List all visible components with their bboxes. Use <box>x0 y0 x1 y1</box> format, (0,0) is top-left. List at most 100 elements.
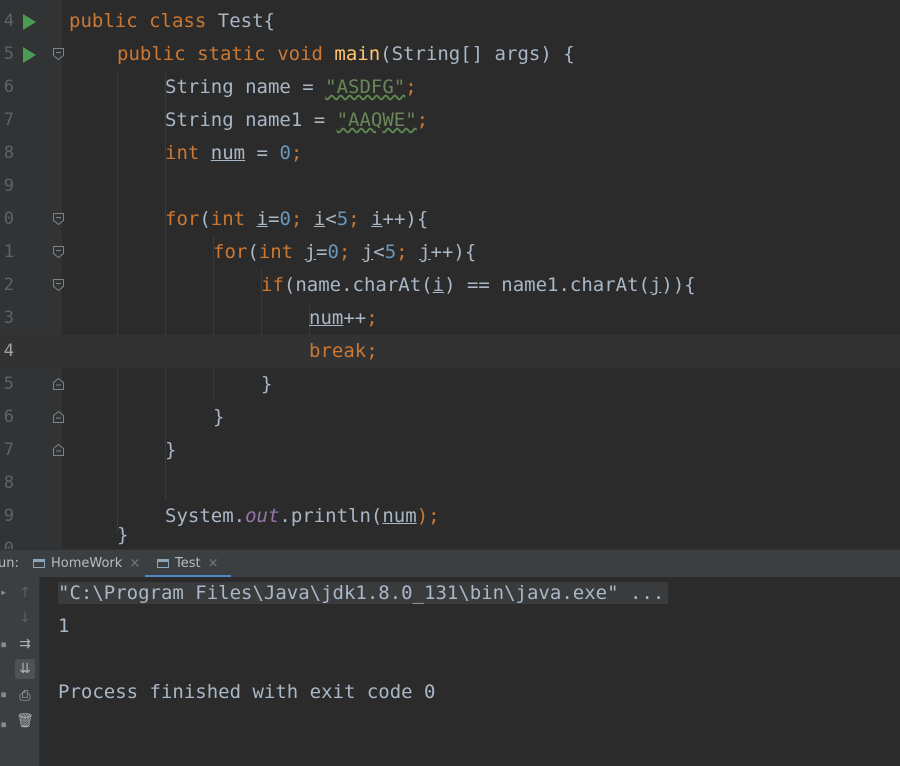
code-line[interactable]: 6} <box>0 401 900 434</box>
code-line[interactable]: 8 <box>0 467 900 500</box>
fold-collapse-icon[interactable] <box>53 246 64 258</box>
code-token: .println( <box>279 505 383 527</box>
line-number: 9 <box>3 506 14 526</box>
code-token: int <box>165 142 200 164</box>
line-number: 0 <box>3 209 14 229</box>
code-token: i <box>313 208 326 230</box>
code-text: System.out.println(num); <box>165 500 440 533</box>
edge-glyph: ▪ <box>0 687 6 701</box>
code-token: ; <box>366 307 378 329</box>
code-token: = <box>268 208 280 230</box>
code-token: 5 <box>384 241 397 263</box>
code-line[interactable]: 5} <box>0 368 900 401</box>
code-line[interactable]: 0 for(int i=0; i<5; i++){ <box>0 203 900 236</box>
code-token: static <box>197 43 266 65</box>
close-tab-icon[interactable]: × <box>129 556 140 571</box>
code-token: j <box>649 274 662 296</box>
print-icon[interactable]: ⎙ <box>15 686 35 706</box>
code-editor[interactable]: 4 public class Test{5 public static void m… <box>0 0 900 549</box>
code-text: public class Test{ <box>69 5 275 38</box>
soft-wrap-icon[interactable]: ⇉ <box>15 634 35 654</box>
code-token: int <box>258 241 294 263</box>
code-line[interactable]: 8 int num = 0; <box>0 137 900 170</box>
code-token: out <box>245 505 280 527</box>
code-token: ++ <box>343 307 367 329</box>
code-text: if(name.charAt(i) == name1.charAt(j)){ <box>261 269 696 302</box>
run-tool-window-tabs: un: HomeWork × Test × <box>0 549 900 578</box>
close-tab-icon[interactable]: × <box>208 556 219 571</box>
code-token: = <box>245 142 280 164</box>
code-line[interactable]: 4 break; <box>0 335 900 368</box>
code-text: for(int i=0; i<5; i++){ <box>165 203 428 236</box>
code-token: int <box>210 208 246 230</box>
code-line[interactable]: 9 <box>0 170 900 203</box>
code-line[interactable]: 3 num++; <box>0 302 900 335</box>
code-token: 5 <box>336 208 349 230</box>
code-token: ; <box>290 142 303 164</box>
run-gutter-icon[interactable] <box>23 47 36 63</box>
code-line[interactable]: 4 public class Test{ <box>0 5 900 38</box>
line-number: 4 <box>3 341 14 361</box>
code-text: String name = "ASDFG"; <box>165 71 417 104</box>
code-text: } <box>261 368 272 401</box>
code-token: class <box>149 10 207 32</box>
code-text: num++; <box>309 302 378 335</box>
code-token: break <box>309 340 367 362</box>
line-number: 6 <box>3 407 14 427</box>
line-number: 6 <box>3 77 14 97</box>
code-token: num <box>210 142 246 164</box>
code-token: } <box>117 524 129 546</box>
code-token: j <box>419 241 431 263</box>
arrow-up-icon[interactable]: ↑ <box>15 583 35 603</box>
code-line[interactable]: 6 String name = "ASDFG"; <box>0 71 900 104</box>
fold-collapse-icon[interactable] <box>53 213 64 225</box>
fold-end-icon[interactable] <box>53 444 64 456</box>
code-line[interactable]: 1 for(int j=0; j<5; j++){ <box>0 236 900 269</box>
code-token: num <box>382 505 417 527</box>
code-token: j <box>361 241 374 263</box>
fold-collapse-icon[interactable] <box>53 279 64 291</box>
fold-end-icon[interactable] <box>53 378 64 390</box>
fold-collapse-icon[interactable] <box>53 48 64 60</box>
code-token: main <box>334 43 381 65</box>
code-text: int num = 0; <box>165 137 302 170</box>
code-token: (name.charAt( <box>283 274 433 296</box>
scroll-to-end-icon[interactable]: ⇊ <box>15 659 35 679</box>
console-output[interactable]: "C:\Program Files\Java\jdk1.8.0_131\bin\… <box>40 577 900 766</box>
code-token: 0 <box>279 208 291 230</box>
tab-test[interactable]: Test × <box>145 550 231 578</box>
trash-icon[interactable]: 🗑 <box>15 711 35 731</box>
code-token: j <box>304 241 317 263</box>
line-number: 8 <box>3 143 14 163</box>
console-output-line: 1 <box>58 615 70 637</box>
code-line[interactable]: 0} <box>0 524 900 549</box>
code-token: Test{ <box>217 10 275 32</box>
code-token: i <box>256 208 269 230</box>
code-line[interactable]: 7 String name1 = "AAQWE"; <box>0 104 900 137</box>
line-number: 2 <box>3 275 14 295</box>
run-gutter-icon[interactable] <box>23 14 36 30</box>
code-line[interactable]: 9 System.out.println(num); <box>0 500 900 533</box>
console-exit-message: Process finished with exit code 0 <box>58 681 436 703</box>
code-line[interactable]: 5 public static void main(String[] args) … <box>0 38 900 71</box>
code-token: (String[] args) { <box>380 43 575 65</box>
code-token: public <box>117 43 186 65</box>
line-number: 4 <box>3 11 14 31</box>
edge-glyph: ▸ <box>0 585 6 599</box>
code-token: )){ <box>661 274 696 296</box>
fold-end-icon[interactable] <box>53 411 64 423</box>
code-token: ; <box>366 340 378 362</box>
code-line[interactable]: 2 if(name.charAt(i) == name1.charAt(j)){ <box>0 269 900 302</box>
code-line[interactable]: 7} <box>0 434 900 467</box>
code-token: ++){ <box>382 208 429 230</box>
code-text: for(int j=0; j<5; j++){ <box>213 236 476 269</box>
arrow-down-icon[interactable]: ↓ <box>15 608 35 628</box>
line-number: 7 <box>3 440 14 460</box>
tab-homework[interactable]: HomeWork × <box>33 550 140 578</box>
run-panel-label: un: <box>0 556 19 571</box>
